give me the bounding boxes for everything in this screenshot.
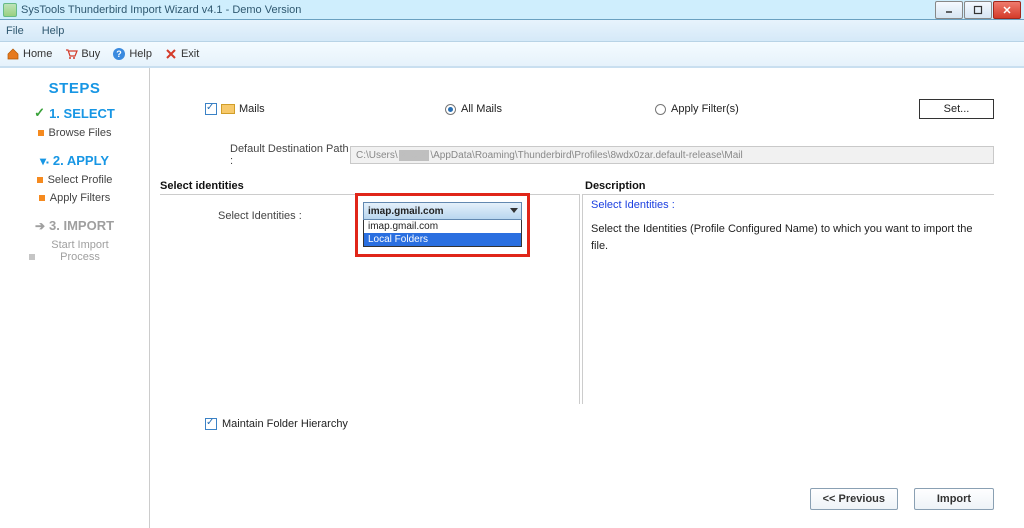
step-3-import[interactable]: ➔ 3. IMPORT bbox=[8, 218, 141, 233]
set-button[interactable]: Set... bbox=[919, 99, 994, 119]
description-section-label: Description bbox=[585, 180, 646, 192]
all-mails-label: All Mails bbox=[461, 103, 502, 115]
menu-help[interactable]: Help bbox=[42, 25, 65, 37]
identities-option[interactable]: Local Folders bbox=[364, 233, 521, 246]
select-identities-label: Select Identities : bbox=[218, 210, 302, 222]
select-identities-section-label: Select identities bbox=[160, 180, 244, 192]
steps-heading: STEPS bbox=[8, 80, 141, 97]
default-destination-label: Default Destination Path : bbox=[230, 143, 350, 167]
step-1-label: 1. SELECT bbox=[49, 106, 115, 121]
maximize-button[interactable] bbox=[964, 1, 992, 19]
apply-filters-label: Apply Filter(s) bbox=[671, 103, 739, 115]
toolbar-home-label: Home bbox=[23, 48, 52, 60]
menubar: File Help bbox=[0, 20, 1024, 42]
menu-file[interactable]: File bbox=[6, 25, 24, 37]
identities-dropdown-highlight: imap.gmail.com imap.gmail.com Local Fold… bbox=[355, 193, 530, 257]
titlebar: SysTools Thunderbird Import Wizard v4.1 … bbox=[0, 0, 1024, 20]
home-icon bbox=[6, 47, 20, 61]
window-controls bbox=[934, 1, 1021, 19]
check-icon: ✓ bbox=[34, 105, 45, 121]
redacted-username: XXXX bbox=[399, 150, 430, 161]
identities-dropdown-list: imap.gmail.com Local Folders bbox=[363, 220, 522, 247]
minimize-button[interactable] bbox=[935, 1, 963, 19]
previous-button[interactable]: << Previous bbox=[810, 488, 898, 510]
substep-start-import[interactable]: Start Import Process bbox=[8, 239, 141, 263]
identities-dropdown-selected: imap.gmail.com bbox=[368, 206, 444, 217]
toolbar-exit-label: Exit bbox=[181, 48, 199, 60]
toolbar-buy-label: Buy bbox=[81, 48, 100, 60]
chevron-down-icon bbox=[510, 208, 518, 213]
step-3-label: 3. IMPORT bbox=[49, 218, 114, 233]
identities-option[interactable]: imap.gmail.com bbox=[364, 220, 521, 233]
apply-filters-radio[interactable] bbox=[655, 104, 666, 115]
steps-sidebar: STEPS ✓ 1. SELECT Browse Files ▾▪ 2. APP… bbox=[0, 68, 150, 528]
toolbar-home[interactable]: Home bbox=[6, 47, 52, 61]
step-2-label: 2. APPLY bbox=[53, 153, 109, 168]
help-icon: ? bbox=[112, 47, 126, 61]
toolbar-help-label: Help bbox=[129, 48, 152, 60]
maintain-hierarchy-checkbox[interactable] bbox=[205, 418, 217, 430]
toolbar-help[interactable]: ? Help bbox=[112, 47, 152, 61]
substep-browse-files[interactable]: Browse Files bbox=[8, 127, 141, 139]
bullet-icon bbox=[37, 177, 43, 183]
mails-checkbox[interactable] bbox=[205, 103, 217, 115]
arrow-right-icon: ➔ bbox=[35, 219, 45, 233]
filter-icon: ▾▪ bbox=[40, 154, 49, 168]
substep-apply-filters[interactable]: Apply Filters bbox=[8, 192, 141, 204]
description-title: Select Identities : bbox=[591, 199, 986, 211]
exit-icon bbox=[164, 47, 178, 61]
default-destination-input[interactable]: C:\Users\XXXX\AppData\Roaming\Thunderbir… bbox=[350, 146, 994, 164]
svg-text:?: ? bbox=[117, 49, 123, 59]
description-panel: Select Identities : Select the Identitie… bbox=[582, 194, 994, 404]
bullet-icon bbox=[38, 130, 44, 136]
window-title: SysTools Thunderbird Import Wizard v4.1 … bbox=[21, 4, 934, 16]
bullet-icon bbox=[39, 195, 45, 201]
main-panel: Mails All Mails Apply Filter(s) Set... D… bbox=[150, 68, 1024, 528]
app-icon bbox=[3, 3, 17, 17]
step-1-select[interactable]: ✓ 1. SELECT bbox=[8, 105, 141, 121]
close-button[interactable] bbox=[993, 1, 1021, 19]
all-mails-radio[interactable] bbox=[445, 104, 456, 115]
mail-folder-icon bbox=[221, 104, 235, 114]
description-text: Select the Identities (Profile Configure… bbox=[591, 221, 986, 254]
toolbar-buy[interactable]: Buy bbox=[64, 47, 100, 61]
import-button[interactable]: Import bbox=[914, 488, 994, 510]
toolbar-exit[interactable]: Exit bbox=[164, 47, 199, 61]
step-2-apply[interactable]: ▾▪ 2. APPLY bbox=[8, 153, 141, 168]
cart-icon bbox=[64, 47, 78, 61]
identities-dropdown[interactable]: imap.gmail.com bbox=[363, 202, 522, 220]
maintain-hierarchy-label: Maintain Folder Hierarchy bbox=[222, 418, 348, 430]
toolbar: Home Buy ? Help Exit bbox=[0, 42, 1024, 68]
substep-select-profile[interactable]: Select Profile bbox=[8, 174, 141, 186]
mails-label: Mails bbox=[239, 103, 265, 115]
bullet-icon bbox=[29, 254, 35, 260]
